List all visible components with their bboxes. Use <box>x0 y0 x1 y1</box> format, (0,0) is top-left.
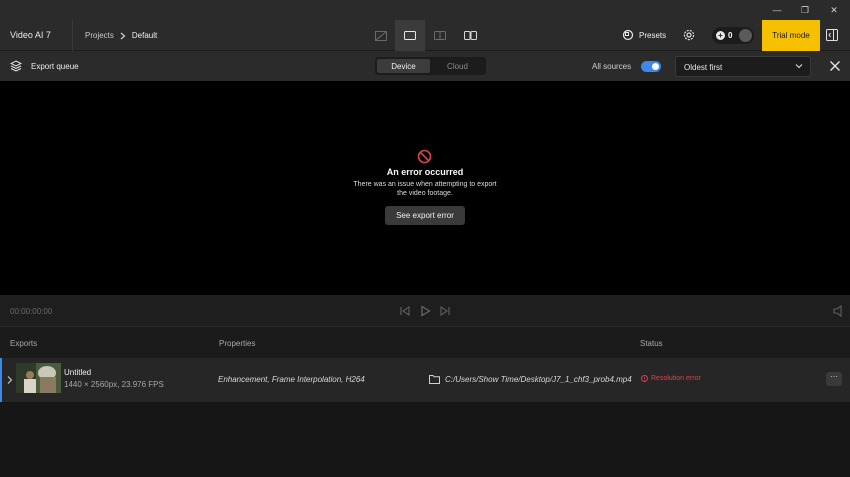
see-export-error-button[interactable]: See export error <box>385 206 465 225</box>
header-exports: Exports <box>10 339 38 348</box>
video-thumbnail <box>16 363 61 393</box>
view-split-button[interactable] <box>425 20 455 51</box>
view-compare-button[interactable] <box>366 20 396 51</box>
error-prohibited-icon <box>417 149 432 164</box>
header-properties: Properties <box>219 339 256 348</box>
next-frame-icon[interactable] <box>438 304 452 318</box>
compare-view-icon <box>375 30 387 41</box>
all-sources-toggle[interactable] <box>641 61 661 72</box>
window-titlebar: — ❐ ✕ <box>0 0 850 20</box>
exports-table-header: Exports Properties Status <box>0 327 850 358</box>
play-icon[interactable] <box>418 304 432 318</box>
side-panel-toggle-icon[interactable] <box>826 29 838 41</box>
header-divider <box>72 20 73 51</box>
error-message: There was an issue when attempting to ex… <box>353 181 497 197</box>
toggle-knob <box>652 63 659 70</box>
export-name: Untitled <box>64 368 92 377</box>
more-options-button[interactable]: ··· <box>826 372 842 386</box>
volume-icon[interactable] <box>832 304 846 318</box>
breadcrumb-current: Default <box>131 31 158 40</box>
status-text: Resolution error <box>651 375 701 382</box>
sort-order-value: Oldest first <box>684 63 723 72</box>
error-title: An error occurred <box>386 167 464 177</box>
sort-order-select[interactable]: Oldest first <box>675 56 811 77</box>
app-header: Video AI 7 Projects Default Presets + 0 … <box>0 20 850 51</box>
folder-icon[interactable] <box>429 374 440 384</box>
single-view-icon <box>404 31 416 40</box>
presets-icon <box>622 29 634 41</box>
credits-count: 0 <box>728 31 733 40</box>
export-queue-title: Export queue <box>31 61 79 71</box>
status-badge: Resolution error <box>641 375 701 382</box>
restore-button[interactable]: ❐ <box>791 0 819 20</box>
export-properties: Enhancement, Frame Interpolation, H264 <box>218 375 365 384</box>
tab-device[interactable]: Device <box>377 59 430 73</box>
close-icon: ✕ <box>830 4 838 15</box>
minimize-button[interactable]: — <box>763 0 791 20</box>
chevron-down-icon <box>795 64 803 69</box>
header-status: Status <box>640 339 663 348</box>
gear-icon[interactable] <box>682 28 696 42</box>
side-by-side-icon <box>463 31 477 40</box>
timecode: 00:00:00:00 <box>10 307 53 316</box>
breadcrumb: Projects Default <box>85 31 157 40</box>
tab-cloud[interactable]: Cloud <box>431 59 484 73</box>
split-view-icon <box>434 31 446 40</box>
minimize-icon: — <box>772 5 782 15</box>
view-side-by-side-button[interactable] <box>455 20 485 51</box>
exports-list-empty-area <box>0 402 850 477</box>
app-title: Video AI 7 <box>10 30 51 40</box>
previous-frame-icon[interactable] <box>398 304 412 318</box>
restore-icon: ❐ <box>800 4 810 15</box>
close-queue-icon[interactable] <box>829 60 841 72</box>
all-sources-label: All sources <box>592 62 632 71</box>
presets-button[interactable]: Presets <box>622 29 666 41</box>
close-window-button[interactable]: ✕ <box>820 0 848 20</box>
error-info-icon <box>641 375 648 382</box>
view-single-button[interactable] <box>395 20 425 51</box>
export-queue-bar: Export queue Device Cloud All sources Ol… <box>0 51 850 81</box>
export-queue-heading: Export queue <box>10 60 79 72</box>
export-resolution-fps: 1440 × 2560px, 23.976 FPS <box>64 380 164 389</box>
see-export-error-label: See export error <box>396 211 454 220</box>
plus-icon: + <box>716 31 725 40</box>
trial-mode-button[interactable]: Trial mode <box>762 20 820 51</box>
trial-mode-label: Trial mode <box>772 31 810 40</box>
layers-icon <box>10 60 22 72</box>
table-row[interactable]: Untitled 1440 × 2560px, 23.976 FPS Enhan… <box>0 358 850 402</box>
chevron-right-icon[interactable] <box>7 375 13 385</box>
export-file-path[interactable]: C:/Users/Show Time/Desktop/J7_1_chf3_pro… <box>445 375 632 384</box>
device-cloud-toggle: Device Cloud <box>375 57 486 75</box>
transport-bar: 00:00:00:00 <box>0 295 850 327</box>
chevron-right-icon <box>120 32 126 39</box>
credits-badge[interactable]: + 0 <box>712 27 754 44</box>
avatar[interactable] <box>739 29 752 42</box>
presets-label: Presets <box>639 30 667 40</box>
breadcrumb-projects[interactable]: Projects <box>85 31 114 40</box>
preview-area: An error occurred There was an issue whe… <box>0 81 850 295</box>
